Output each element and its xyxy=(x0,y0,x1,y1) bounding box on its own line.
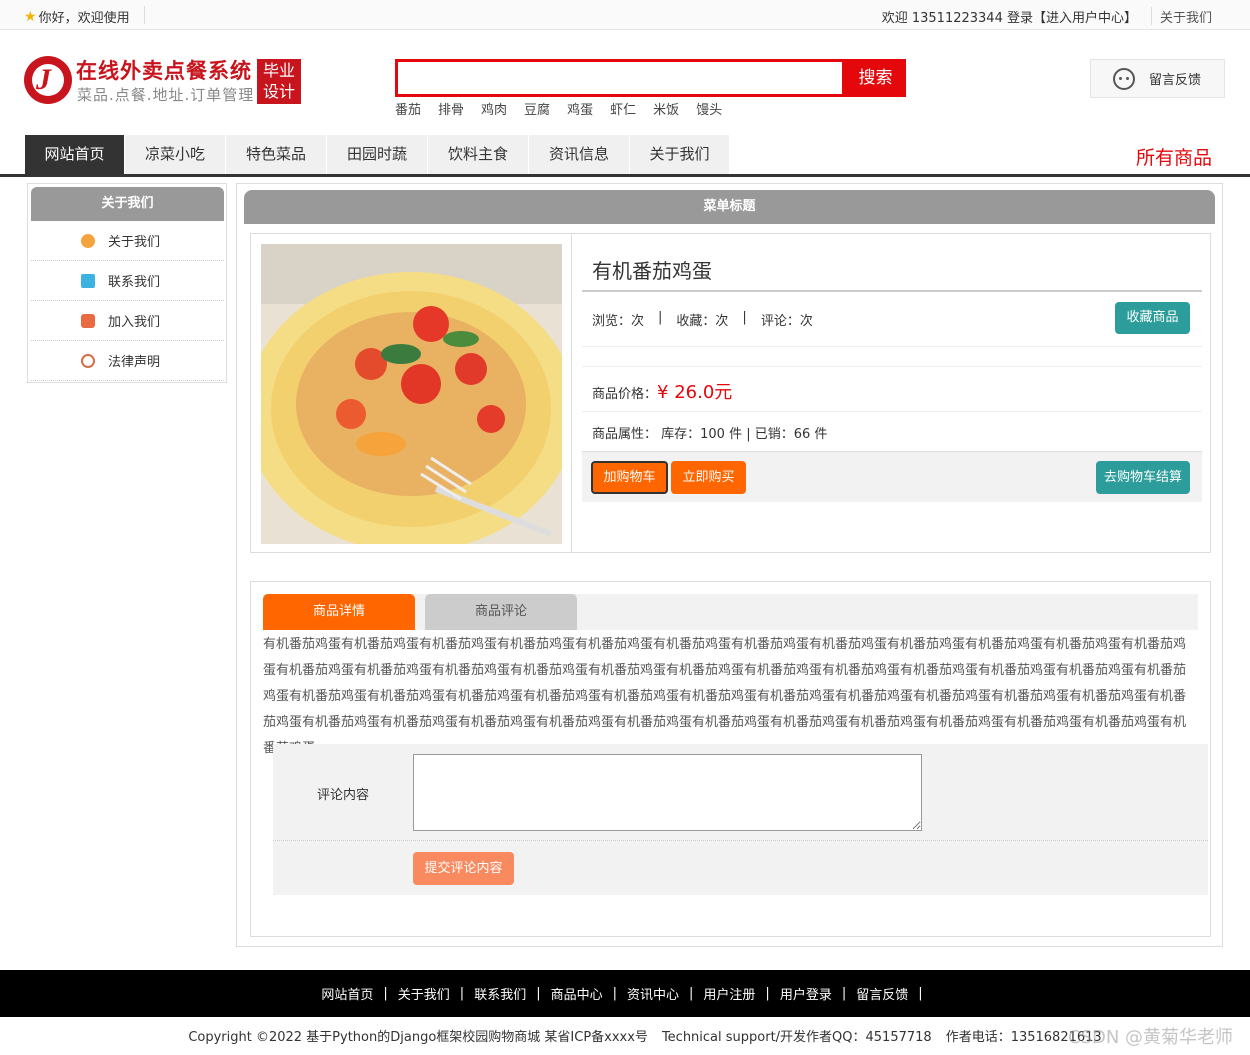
footer-link-login[interactable]: 用户登录 xyxy=(780,984,832,1003)
action-bar: 加购物车 立即购买 去购物车结算 xyxy=(582,451,1202,502)
all-products-link[interactable]: 所有商品 xyxy=(1136,143,1212,170)
about-link[interactable]: 关于我们 xyxy=(1160,7,1212,26)
nav-item-specialties[interactable]: 特色菜品 xyxy=(226,135,327,174)
sidebar-title: 关于我们 xyxy=(31,187,224,221)
clipboard-icon xyxy=(81,274,95,288)
footer-link-register[interactable]: 用户注册 xyxy=(703,984,755,1003)
lock-icon xyxy=(81,314,95,328)
divider xyxy=(571,234,572,552)
about-icon xyxy=(81,234,95,248)
sidebar: 关于我们 关于我们 联系我们 加入我们 法律声明 xyxy=(27,183,227,383)
graduation-badge: 毕业 设计 xyxy=(257,59,301,104)
nav-item-cold-dishes[interactable]: 凉菜小吃 xyxy=(125,135,226,174)
comment-form: 评论内容 提交评论内容 xyxy=(273,744,1208,895)
tab-details[interactable]: 商品详情 xyxy=(263,594,415,630)
top-bar: ★ 你好，欢迎使用 欢迎 13511223344 登录【进入用户中心】 关于我们 xyxy=(0,0,1250,30)
product-attributes: 商品属性： 库存：100 件 | 已销：66 件 xyxy=(592,427,828,442)
main-nav: 网站首页 凉菜小吃 特色菜品 田园时蔬 饮料主食 资讯信息 关于我们 所有商品 xyxy=(0,135,1250,177)
product-description: 有机番茄鸡蛋有机番茄鸡蛋有机番茄鸡蛋有机番茄鸡蛋有机番茄鸡蛋有机番茄鸡蛋有机番茄… xyxy=(263,637,1187,756)
footer-nav: 网站首页 | 关于我们 | 联系我们 | 商品中心 | 资讯中心 | 用户注册 | 用户登录… xyxy=(0,970,1250,1017)
divider xyxy=(1150,7,1152,25)
footer-link-products[interactable]: 商品中心 xyxy=(551,984,603,1003)
sidebar-item-contact[interactable]: 联系我们 xyxy=(31,261,224,301)
detail-tabs: 商品详情 商品评论 xyxy=(263,594,1198,630)
tab-reviews[interactable]: 商品评论 xyxy=(425,594,577,630)
submit-comment-button[interactable]: 提交评论内容 xyxy=(413,852,514,885)
sidebar-item-legal[interactable]: 法律声明 xyxy=(31,341,224,381)
hotword-link[interactable]: 虾仁 xyxy=(610,99,636,118)
browse-count: 浏览：次 xyxy=(592,314,645,329)
product-name: 有机番茄鸡蛋 xyxy=(592,259,712,283)
divider xyxy=(144,6,145,24)
menu-title: 菜单标题 xyxy=(244,190,1215,224)
watermark: CSDN @黄菊华老师 xyxy=(1068,1027,1234,1048)
nav-item-news[interactable]: 资讯信息 xyxy=(529,135,630,174)
welcome-text: ★ 你好，欢迎使用 xyxy=(24,8,130,27)
hotword-link[interactable]: 番茄 xyxy=(395,99,421,118)
sidebar-item-about[interactable]: 关于我们 xyxy=(31,221,224,261)
main-content: 菜单标题 有机番茄鸡蛋 浏览：次 | 收藏：次 | 评论：次 收藏商品 商品价格… xyxy=(236,183,1223,947)
divider xyxy=(582,411,1202,412)
hotword-link[interactable]: 排骨 xyxy=(438,99,464,118)
user-links: 欢迎 13511223344 登录【进入用户中心】 关于我们 xyxy=(882,7,1212,26)
search-button[interactable]: 搜索 xyxy=(845,59,906,97)
hotword-link[interactable]: 鸡蛋 xyxy=(567,99,593,118)
divider xyxy=(582,366,1202,367)
nav-item-vegetables[interactable]: 田园时蔬 xyxy=(327,135,428,174)
collect-button[interactable]: 收藏商品 xyxy=(1115,302,1190,334)
favorite-count: 收藏：次 xyxy=(676,314,729,329)
footer-link-home[interactable]: 网站首页 xyxy=(321,984,373,1003)
hotword-link[interactable]: 馒头 xyxy=(696,99,722,118)
hotword-link[interactable]: 米饭 xyxy=(653,99,679,118)
hot-keywords: 番茄 排骨 鸡肉 豆腐 鸡蛋 虾仁 米饭 馒头 xyxy=(395,99,739,118)
checkout-button[interactable]: 去购物车结算 xyxy=(1096,461,1190,494)
nav-item-home[interactable]: 网站首页 xyxy=(25,135,125,174)
footer-link-news[interactable]: 资讯中心 xyxy=(627,984,679,1003)
comment-label: 评论内容 xyxy=(317,788,370,803)
feedback-button[interactable]: 留言反馈 xyxy=(1090,59,1225,98)
nav-item-drinks[interactable]: 饮料主食 xyxy=(428,135,529,174)
footer-link-feedback[interactable]: 留言反馈 xyxy=(856,984,908,1003)
hotword-link[interactable]: 豆腐 xyxy=(524,99,550,118)
product-panel: 有机番茄鸡蛋 浏览：次 | 收藏：次 | 评论：次 收藏商品 商品价格：¥ 26… xyxy=(250,233,1211,553)
user-center-link[interactable]: 欢迎 13511223344 登录【进入用户中心】 xyxy=(882,7,1137,26)
detail-panel: 商品详情 商品评论 有机番茄鸡蛋有机番茄鸡蛋有机番茄鸡蛋有机番茄鸡蛋有机番茄鸡蛋… xyxy=(250,581,1211,937)
search-input[interactable] xyxy=(398,62,842,94)
logo-icon[interactable]: J xyxy=(24,56,72,104)
nav-item-about[interactable]: 关于我们 xyxy=(630,135,730,174)
add-to-cart-button[interactable]: 加购物车 xyxy=(591,461,668,494)
footer-link-contact[interactable]: 联系我们 xyxy=(474,984,526,1003)
power-icon xyxy=(81,354,95,368)
hotword-link[interactable]: 鸡肉 xyxy=(481,99,507,118)
footer-link-about[interactable]: 关于我们 xyxy=(398,984,450,1003)
comment-count: 评论：次 xyxy=(760,314,813,329)
star-icon: ★ xyxy=(24,8,37,25)
buy-now-button[interactable]: 立即购买 xyxy=(671,461,746,494)
comment-textarea[interactable] xyxy=(413,754,922,831)
sidebar-item-join[interactable]: 加入我们 xyxy=(31,301,224,341)
support-text: Technical support/开发作者QQ：45157718 xyxy=(661,1030,932,1045)
product-stats: 浏览：次 | 收藏：次 | 评论：次 xyxy=(592,310,813,329)
site-title: 在线外卖点餐系统 xyxy=(76,59,252,83)
divider xyxy=(582,346,1202,347)
copyright: Copyright ©2022 基于Python的Django框架校园购物商城 … xyxy=(188,1030,1102,1045)
search-input-wrapper xyxy=(395,59,845,97)
site-subtitle: 菜品.点餐.地址.订单管理 xyxy=(77,86,255,104)
divider xyxy=(582,290,1202,292)
product-price: 商品价格：¥ 26.0元 xyxy=(592,382,733,403)
price-value: ¥ 26.0元 xyxy=(657,382,733,403)
product-image xyxy=(261,244,562,544)
customer-service-icon xyxy=(1113,67,1135,90)
